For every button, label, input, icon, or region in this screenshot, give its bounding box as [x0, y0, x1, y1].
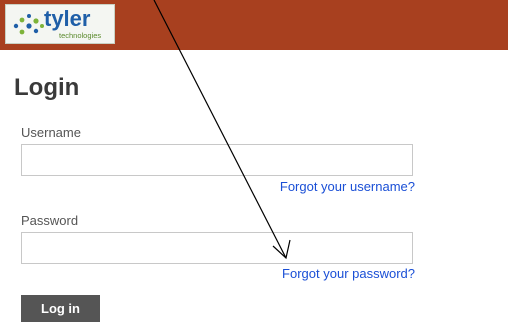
- annotation-arrow: [153, 0, 291, 260]
